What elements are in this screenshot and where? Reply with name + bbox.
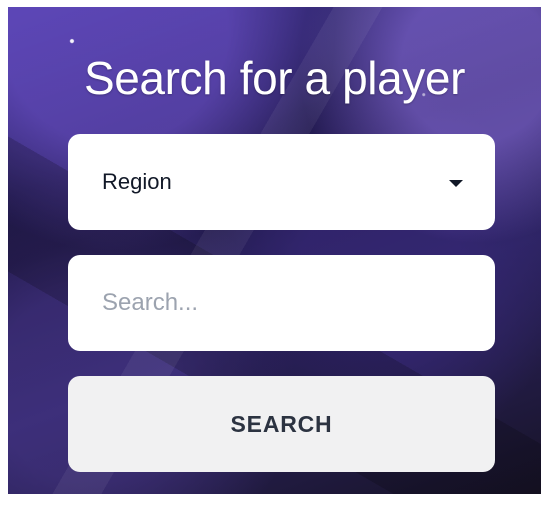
- region-select[interactable]: Region: [68, 134, 495, 230]
- search-input[interactable]: [68, 255, 495, 351]
- search-button[interactable]: SEARCH: [68, 376, 495, 472]
- background-panel: Search for a player Region SEARCH: [8, 7, 541, 494]
- chevron-down-icon: [449, 179, 463, 187]
- page-title: Search for a player: [83, 52, 466, 104]
- search-panel: Search for a player Region SEARCH: [8, 7, 541, 494]
- region-select-label: Region: [102, 169, 172, 194]
